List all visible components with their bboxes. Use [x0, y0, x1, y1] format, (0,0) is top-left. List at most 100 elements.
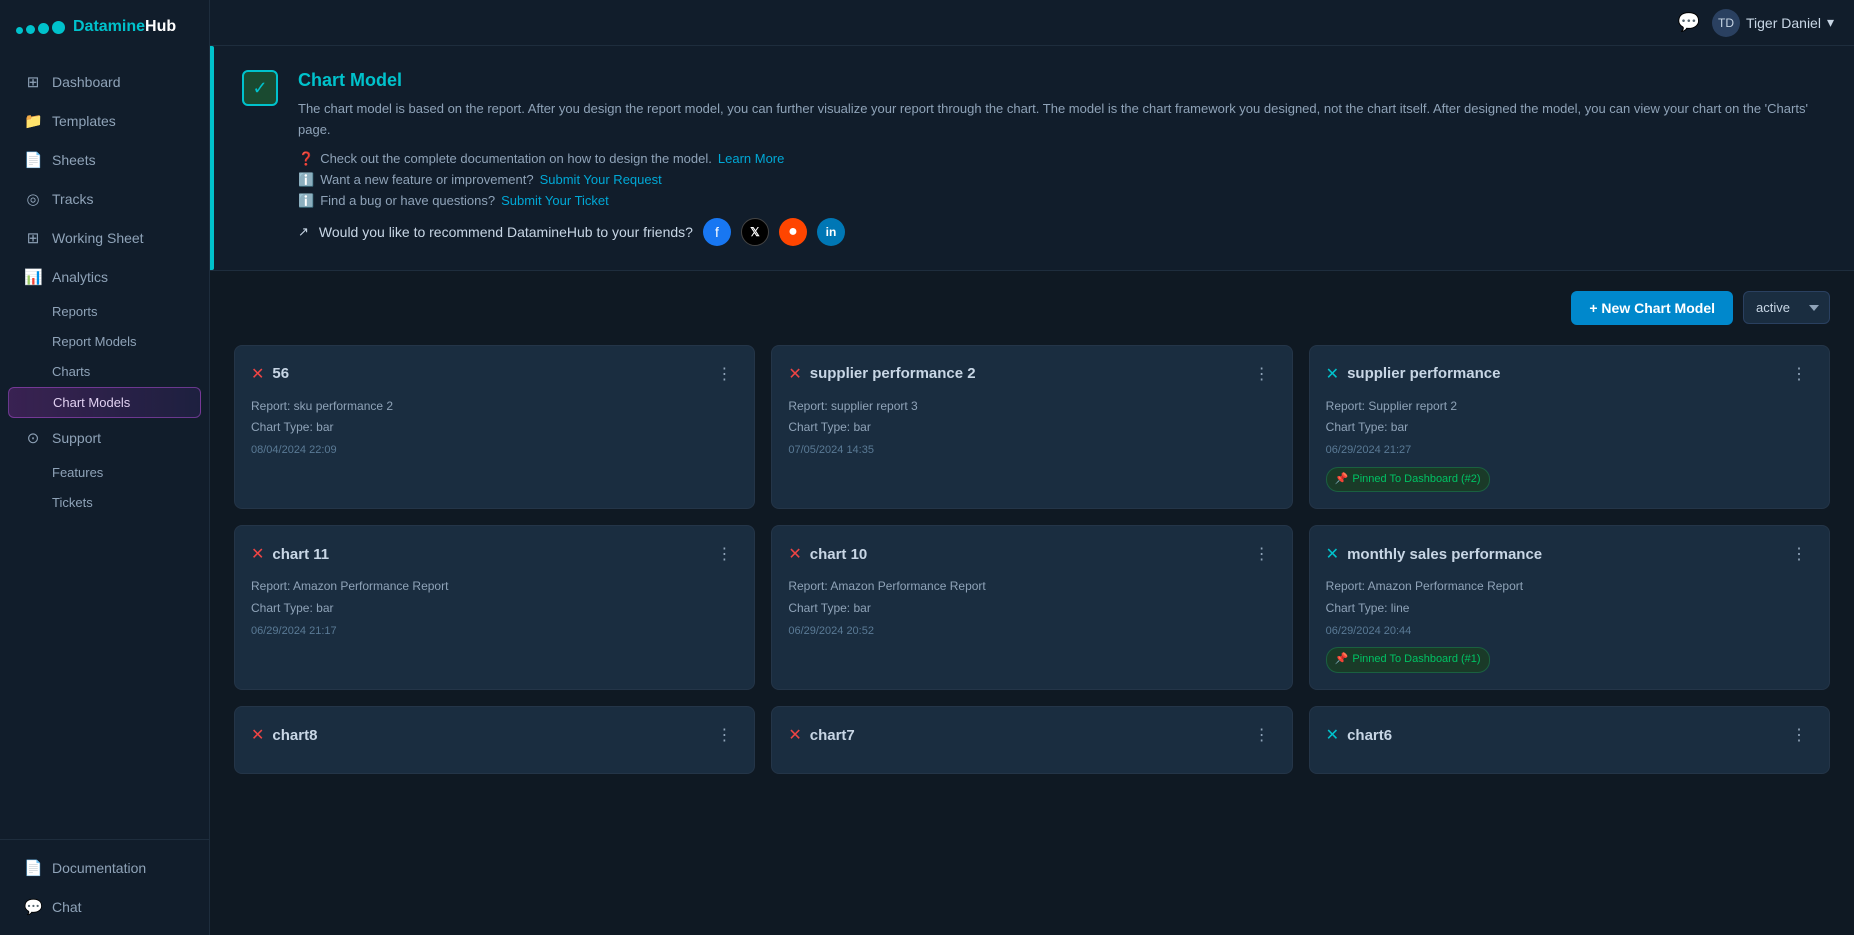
reports-label: Reports	[52, 304, 98, 319]
sidebar-item-tracks[interactable]: ◎ Tracks	[8, 180, 201, 218]
card-title-row: ✕ supplier performance	[1326, 364, 1501, 384]
card-menu-button[interactable]: ⋮	[710, 723, 738, 747]
sidebar-item-templates[interactable]: 📁 Templates	[8, 102, 201, 140]
card-header: ✕ supplier performance ⋮	[1326, 362, 1813, 386]
card-card-supplier-performance[interactable]: ✕ supplier performance ⋮ Report: Supplie…	[1309, 345, 1830, 510]
chart-x-icon: ✕	[1326, 364, 1339, 384]
card-card-monthly-sales[interactable]: ✕ monthly sales performance ⋮ Report: Am…	[1309, 525, 1830, 690]
card-meta: Report: Amazon Performance ReportChart T…	[788, 576, 1275, 641]
card-menu-button[interactable]: ⋮	[710, 542, 738, 566]
card-title-row: ✕ 56	[251, 364, 289, 384]
card-menu-button[interactable]: ⋮	[1785, 723, 1813, 747]
chat-bubble-icon[interactable]: 💬	[1678, 12, 1700, 33]
pin-icon: 📌	[1335, 470, 1349, 490]
features-label: Features	[52, 465, 103, 480]
info-description: The chart model is based on the report. …	[298, 99, 1822, 141]
reddit-icon[interactable]: ●	[779, 218, 807, 246]
status-filter-select[interactable]: active inactive all	[1743, 291, 1830, 324]
chart-x-icon: ✕	[251, 364, 264, 384]
sidebar-item-documentation[interactable]: 📄 Documentation	[8, 849, 201, 887]
card-card-chart8[interactable]: ✕ chart8 ⋮	[234, 706, 755, 774]
card-menu-button[interactable]: ⋮	[1248, 542, 1276, 566]
card-title: chart 10	[810, 546, 868, 563]
card-card-supplier-performance-2[interactable]: ✕ supplier performance 2 ⋮ Report: suppl…	[771, 345, 1292, 510]
avatar: TD	[1712, 9, 1740, 37]
sidebar-bottom: 📄 Documentation 💬 Chat	[0, 839, 209, 935]
sidebar-item-analytics[interactable]: 📊 Analytics	[8, 258, 201, 296]
card-header: ✕ chart 10 ⋮	[788, 542, 1275, 566]
sidebar-item-features[interactable]: Features	[8, 458, 201, 487]
submit-request-link[interactable]: Submit Your Request	[540, 172, 662, 187]
info-links: ❓ Check out the complete documentation o…	[298, 151, 1822, 246]
linkedin-icon[interactable]: in	[817, 218, 845, 246]
card-title-row: ✕ monthly sales performance	[1326, 544, 1542, 564]
card-title: supplier performance 2	[810, 365, 976, 382]
sidebar-item-chart-models[interactable]: Chart Models	[8, 387, 201, 418]
card-menu-button[interactable]: ⋮	[1785, 362, 1813, 386]
card-header: ✕ chart 11 ⋮	[251, 542, 738, 566]
chart-x-icon: ✕	[1326, 544, 1339, 564]
sidebar-item-label: Support	[52, 430, 101, 446]
submit-ticket-link[interactable]: Submit Your Ticket	[501, 193, 609, 208]
card-card-chart-10[interactable]: ✕ chart 10 ⋮ Report: Amazon Performance …	[771, 525, 1292, 690]
card-date: 06/29/2024 20:44	[1326, 622, 1813, 642]
card-menu-button[interactable]: ⋮	[1248, 723, 1276, 747]
logo-text: DatamineHub	[73, 18, 176, 36]
sidebar-item-sheets[interactable]: 📄 Sheets	[8, 141, 201, 179]
card-header: ✕ chart8 ⋮	[251, 723, 738, 747]
documentation-label: Documentation	[52, 860, 146, 876]
new-chart-model-button[interactable]: + New Chart Model	[1571, 291, 1733, 325]
card-title: supplier performance	[1347, 365, 1500, 382]
sidebar-item-working-sheet[interactable]: ⊞ Working Sheet	[8, 219, 201, 257]
learn-more-link[interactable]: Learn More	[718, 151, 784, 166]
chart-x-icon: ✕	[251, 725, 264, 745]
card-menu-button[interactable]: ⋮	[710, 362, 738, 386]
card-menu-button[interactable]: ⋮	[1248, 362, 1276, 386]
user-menu[interactable]: TD Tiger Daniel ▾	[1712, 9, 1834, 37]
logo-dot-4	[52, 21, 65, 34]
card-title: chart6	[1347, 727, 1392, 744]
sidebar-item-tickets[interactable]: Tickets	[8, 488, 201, 517]
header: 💬 TD Tiger Daniel ▾	[210, 0, 1854, 46]
cards-grid: ✕ 56 ⋮ Report: sku performance 2Chart Ty…	[234, 345, 1830, 775]
logo-dot-2	[26, 25, 35, 34]
card-pin: 📌Pinned To Dashboard (#1)	[1326, 647, 1490, 673]
card-title: chart7	[810, 727, 855, 744]
docs-text: Check out the complete documentation on …	[320, 151, 712, 166]
chart-x-icon: ✕	[788, 544, 801, 564]
card-menu-button[interactable]: ⋮	[1785, 542, 1813, 566]
card-header: ✕ supplier performance 2 ⋮	[788, 362, 1275, 386]
twitter-x-icon[interactable]: 𝕏	[741, 218, 769, 246]
logo-dot-1	[16, 27, 23, 34]
card-card-chart6[interactable]: ✕ chart6 ⋮	[1309, 706, 1830, 774]
chat-label: Chat	[52, 899, 82, 915]
tracks-icon: ◎	[24, 190, 42, 208]
card-card-chart-11[interactable]: ✕ chart 11 ⋮ Report: Amazon Performance …	[234, 525, 755, 690]
chart-x-icon: ✕	[788, 364, 801, 384]
card-title-row: ✕ chart6	[1326, 725, 1392, 745]
sidebar-item-support[interactable]: ⊙ Support	[8, 419, 201, 457]
card-card-56[interactable]: ✕ 56 ⋮ Report: sku performance 2Chart Ty…	[234, 345, 755, 510]
sidebar-item-label: Working Sheet	[52, 230, 144, 246]
card-title-row: ✕ chart 10	[788, 544, 867, 564]
card-date: 07/05/2024 14:35	[788, 441, 1275, 461]
sidebar-item-label: Tracks	[52, 191, 93, 207]
chat-icon: 💬	[24, 898, 42, 916]
card-card-chart7[interactable]: ✕ chart7 ⋮	[771, 706, 1292, 774]
card-date: 06/29/2024 21:27	[1326, 441, 1813, 461]
sidebar-item-charts[interactable]: Charts	[8, 357, 201, 386]
card-report: Report: sku performance 2	[251, 396, 738, 418]
card-report: Report: supplier report 3	[788, 396, 1275, 418]
sidebar-item-chat[interactable]: 💬 Chat	[8, 888, 201, 926]
info-panel: ✓ Chart Model The chart model is based o…	[210, 46, 1854, 271]
sidebar-item-reports[interactable]: Reports	[8, 297, 201, 326]
facebook-icon[interactable]: f	[703, 218, 731, 246]
card-report: Report: Supplier report 2	[1326, 396, 1813, 418]
sidebar-item-report-models[interactable]: Report Models	[8, 327, 201, 356]
dashboard-icon: ⊞	[24, 73, 42, 91]
card-title-row: ✕ chart7	[788, 725, 854, 745]
support-icon: ⊙	[24, 429, 42, 447]
sidebar-item-dashboard[interactable]: ⊞ Dashboard	[8, 63, 201, 101]
working-sheet-icon: ⊞	[24, 229, 42, 247]
sidebar-item-label: Dashboard	[52, 74, 121, 90]
